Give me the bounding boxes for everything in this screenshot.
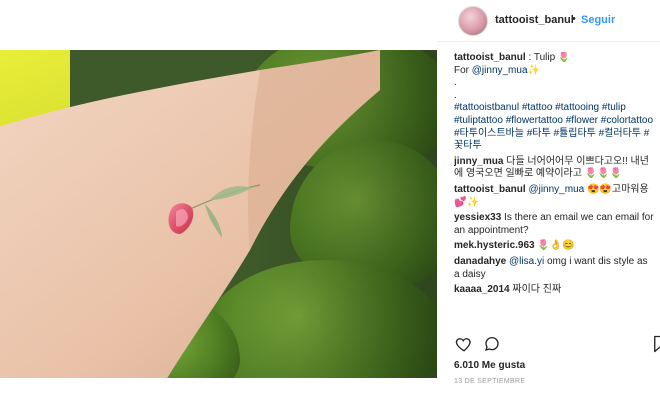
tulip-emoji: 🌷 [557, 52, 571, 63]
header-username[interactable]: tattooist_banul [495, 14, 574, 26]
comment-username[interactable]: jinny_mua [454, 156, 503, 167]
sparkle-emoji: ✨ [527, 64, 540, 76]
comment-username[interactable]: danadahye [454, 256, 506, 267]
arm-with-tattoo [0, 50, 380, 378]
comment-emoji: 🌷👌😊 [537, 240, 575, 252]
list-item: jinny_mua 다들 너어어어무 이쁘다고오!! 내년에 영국오면 일빠로 … [454, 156, 654, 181]
caption-hashtags[interactable]: #tattooistbanul #tattoo #tattooing #tuli… [454, 102, 653, 151]
list-item: tattooist_banul @jinny_mua 😍😍고마워용 💕✨ [454, 184, 654, 209]
avatar[interactable] [458, 6, 488, 36]
comment-username[interactable]: yessiex33 [454, 212, 501, 223]
bookmark-icon[interactable] [650, 334, 660, 354]
header-separator: • [572, 13, 576, 25]
comment-text: 고마워용 [611, 183, 649, 195]
caption: tattooist_banul : Tulip 🌷 For @jinny_mua… [454, 52, 654, 153]
post-date: 13 DE SEPTIEMBRE [454, 378, 526, 385]
comment-emoji: 🌷🌷🌷 [584, 168, 623, 180]
list-item: yessiex33 Is there an email we can email… [454, 212, 654, 237]
caption-line2-prefix: For [454, 64, 472, 76]
comment-username[interactable]: mek.hysteric.963 [454, 240, 535, 251]
list-item: danadahye @lisa.yi omg i want dis style … [454, 256, 654, 281]
list-item: kaaaa_2014 짜이다 진짜 [454, 284, 654, 297]
comment-username[interactable]: tattooist_banul [454, 184, 526, 195]
caption-text: : Tulip [525, 52, 558, 63]
caption-mention[interactable]: @jinny_mua [472, 65, 528, 76]
action-bar [454, 334, 660, 354]
comment-emoji: 😍😍 [584, 183, 612, 195]
comment-mention[interactable]: @jinny_mua [528, 184, 584, 195]
comments-list[interactable]: tattooist_banul : Tulip 🌷 For @jinny_mua… [454, 52, 654, 328]
caption-dot: . [454, 89, 457, 101]
list-item: mek.hysteric.963 🌷👌😊 [454, 240, 654, 253]
comment-text: 짜이다 진짜 [509, 284, 562, 296]
post-photo[interactable] [0, 50, 437, 378]
post-header: tattooist_banul • Seguir [437, 0, 660, 42]
heart-outline-icon[interactable] [454, 334, 474, 354]
comment-bubble-icon[interactable] [482, 334, 502, 354]
likes-count[interactable]: 6.010 Me gusta [454, 360, 525, 371]
caption-username[interactable]: tattooist_banul [454, 52, 526, 63]
comment-username[interactable]: kaaaa_2014 [454, 284, 510, 295]
comment-mention[interactable]: @lisa.yi [509, 256, 544, 267]
follow-button[interactable]: Seguir [581, 14, 615, 26]
comment-emoji: 💕✨ [454, 196, 479, 208]
post-side-panel: tattooist_banul • Seguir tattooist_banul… [437, 0, 660, 400]
caption-dot: . [454, 77, 457, 89]
